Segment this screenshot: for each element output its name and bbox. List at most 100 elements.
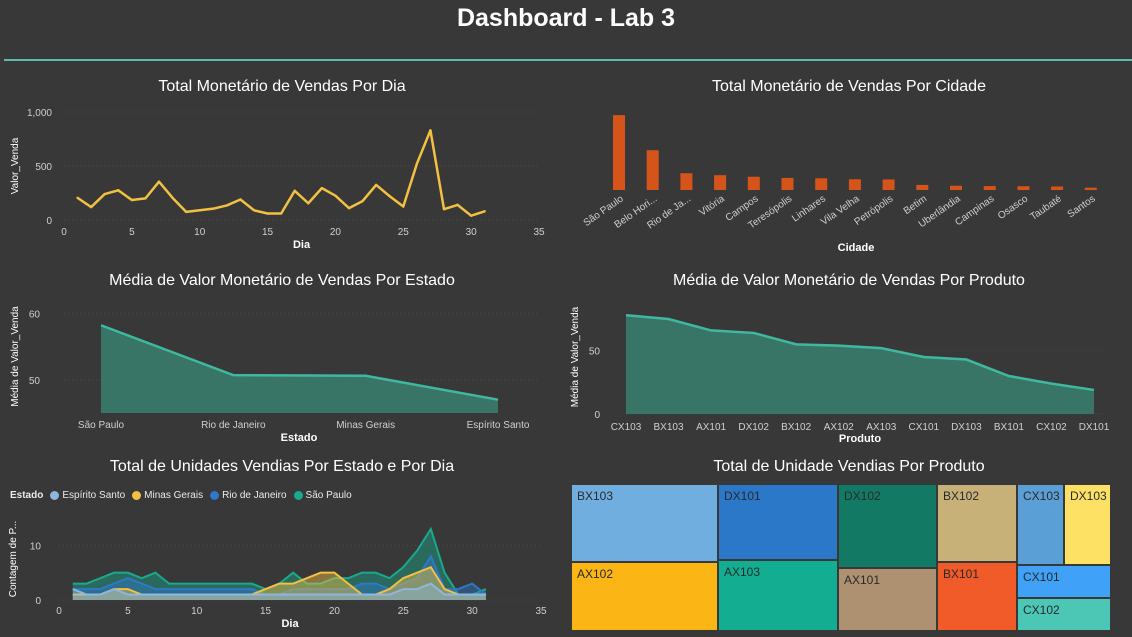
- series-line: [76, 129, 486, 217]
- units-state-day-panel: Total de Unidades Vendias Por Estado e P…: [4, 458, 560, 637]
- bar: [1017, 186, 1030, 190]
- units-product-title: Total de Unidade Vendias Por Produto: [713, 458, 985, 475]
- legend-dot-rio-de-janeiro: [210, 491, 220, 500]
- treemap-label: CX103: [1023, 489, 1060, 503]
- treemap-cell-cx101[interactable]: CX101: [1017, 565, 1111, 598]
- data-point: [320, 186, 324, 190]
- data-point: [402, 205, 405, 208]
- x-tick-label: 25: [398, 606, 410, 617]
- y-axis-label: Média de Valor_Venda: [570, 306, 581, 407]
- area-fill: [626, 315, 1094, 414]
- y-axis-label: Média de Valor_Venda: [10, 306, 21, 407]
- data-point: [157, 180, 161, 183]
- treemap-cell-dx101[interactable]: DX101: [718, 484, 838, 560]
- daily-sales-panel: Total Monetário de Vendas Por Dia 0 500 1,…: [4, 78, 560, 256]
- treemap-cell-ax101[interactable]: AX101: [838, 568, 937, 631]
- product-avg-panel: Média de Valor Monetário de Vendas Por P…: [566, 272, 1132, 450]
- data-point: [130, 198, 134, 202]
- x-tick-label: Taubaté: [1028, 193, 1064, 223]
- treemap-cell-ax102[interactable]: AX102: [571, 562, 718, 631]
- x-tick-label: 5: [129, 227, 135, 238]
- x-tick-label: BX102: [781, 422, 811, 433]
- bar: [747, 176, 760, 190]
- x-tick-label: 35: [535, 606, 547, 617]
- legend-item-sao-paulo[interactable]: São Paulo: [293, 490, 352, 501]
- data-point: [361, 199, 364, 203]
- x-axis-label: Dia: [281, 618, 299, 630]
- treemap-cell-bx101[interactable]: BX101: [937, 562, 1017, 631]
- data-point: [347, 206, 351, 210]
- bar: [1084, 187, 1097, 190]
- x-tick-label: 20: [330, 227, 342, 238]
- legend-label: Rio de Janeiro: [222, 490, 287, 501]
- bar: [815, 178, 828, 190]
- legend-label: Espírito Santo: [62, 490, 126, 501]
- bar: [613, 115, 625, 190]
- x-tick-label: Santos: [1066, 193, 1098, 220]
- data-point: [252, 209, 256, 212]
- treemap-label: AX102: [577, 567, 614, 581]
- title-divider: [4, 59, 1132, 61]
- units-product-treemap: BX103 AX102 DX101 AX103 DX102 AX101 BX10…: [571, 484, 1111, 631]
- x-tick-label: Espírito Santo: [467, 420, 530, 431]
- bar: [983, 186, 996, 190]
- x-tick-label: AX101: [696, 422, 726, 433]
- legend-label: São Paulo: [305, 490, 352, 501]
- x-axis-label: Cidade: [838, 242, 875, 254]
- state-avg-chart: 50 60 São Paulo Rio de Janeiro Minas Gerais E…: [10, 306, 539, 444]
- y-tick-label: 50: [589, 347, 601, 358]
- treemap-cell-ax103[interactable]: AX103: [718, 560, 838, 631]
- y-tick-label: 1,000: [27, 108, 52, 119]
- legend-dot-espirito-santo: [50, 491, 60, 500]
- x-tick-label: 0: [56, 606, 62, 617]
- legend-item-minas-gerais[interactable]: Minas Gerais: [132, 490, 203, 501]
- treemap-cell-bx102[interactable]: BX102: [937, 484, 1017, 562]
- x-tick-label: AX103: [866, 422, 896, 433]
- treemap-cell-cx103[interactable]: CX103: [1017, 484, 1064, 565]
- treemap-label: BX102: [943, 489, 980, 503]
- data-point: [212, 207, 215, 210]
- data-point: [415, 162, 419, 166]
- treemap-label: DX103: [1070, 489, 1107, 503]
- area-fill: [101, 325, 498, 413]
- x-tick-label: Petrópolis: [853, 193, 896, 228]
- bar: [848, 179, 861, 190]
- treemap-label: CX102: [1023, 603, 1060, 617]
- data-point: [144, 197, 147, 200]
- y-tick-label: 500: [35, 162, 52, 173]
- data-point: [103, 192, 106, 196]
- units-legend: Estado Espírito Santo Minas Gerais Rio d…: [10, 490, 355, 501]
- x-tick-label: Rio de Janeiro: [201, 420, 266, 431]
- data-point: [198, 209, 201, 212]
- data-point: [429, 129, 432, 132]
- y-tick-label: 0: [46, 216, 52, 227]
- data-point: [239, 198, 242, 201]
- y-axis-label: Contagem de P...: [8, 521, 19, 598]
- x-tick-label: CX101: [909, 422, 940, 433]
- bar: [882, 179, 895, 190]
- data-point: [184, 210, 188, 214]
- bar: [950, 185, 962, 190]
- treemap-cell-cx102[interactable]: CX102: [1017, 598, 1111, 631]
- city-sales-panel: Total Monetário de Vendas Por Cidade São…: [566, 78, 1132, 256]
- legend-item-rio-de-janeiro[interactable]: Rio de Janeiro: [210, 490, 287, 501]
- x-tick-label: 30: [466, 227, 478, 238]
- x-tick-label: 15: [262, 227, 274, 238]
- treemap-cell-dx102[interactable]: DX102: [838, 484, 937, 568]
- treemap-cell-bx103[interactable]: BX103: [571, 484, 718, 562]
- legend-item-espirito-santo[interactable]: Espírito Santo: [50, 490, 125, 501]
- y-tick-label: 10: [30, 541, 42, 552]
- x-tick-label: BX103: [654, 422, 684, 433]
- x-tick-label: DX102: [738, 422, 769, 433]
- y-axis-label: Valor_Venda: [10, 137, 21, 194]
- data-point: [225, 204, 229, 207]
- y-tick-label: 0: [594, 410, 600, 421]
- x-tick-label: 25: [398, 227, 410, 238]
- state-avg-panel: Média de Valor Monetário de Vendas Por E…: [4, 272, 560, 450]
- legend-dot-sao-paulo: [293, 491, 303, 500]
- x-tick-label: 35: [533, 227, 545, 238]
- data-point: [266, 212, 269, 215]
- treemap-cell-dx103[interactable]: DX103: [1064, 484, 1111, 565]
- x-tick-label: CX103: [611, 422, 642, 433]
- data-point: [171, 196, 174, 200]
